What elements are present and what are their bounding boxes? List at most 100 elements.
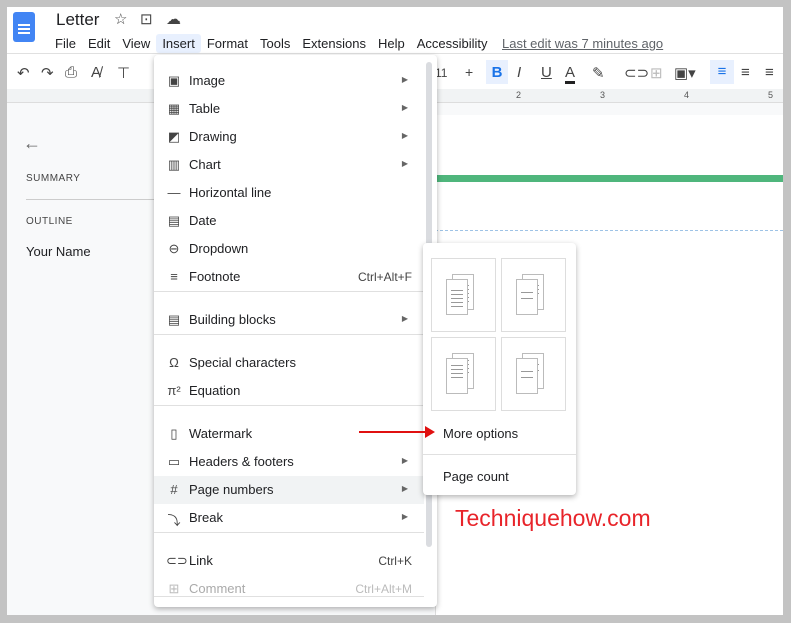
annotation-arrowhead [425, 426, 435, 438]
page-number-option-bottom-right-skip-first[interactable] [501, 337, 566, 411]
menu-separator [154, 596, 424, 597]
text-color-button[interactable]: A [565, 64, 576, 84]
menu-extensions[interactable]: Extensions [296, 34, 372, 53]
cloud-saved-icon[interactable]: ☁ [166, 10, 181, 28]
menu-separator [154, 405, 424, 406]
menu-item-label: Equation [189, 383, 241, 398]
omega-icon: Ω [169, 355, 179, 370]
page-number-option-bottom-right[interactable] [431, 337, 496, 411]
chart-icon: ▥ [167, 157, 181, 172]
insert-menu-item-dropdown[interactable]: ⊖ Dropdown [154, 235, 424, 263]
menu-item-label: Dropdown [189, 241, 249, 256]
align-left-icon[interactable]: ≡ [710, 60, 734, 84]
undo-icon[interactable]: ↶ [17, 64, 30, 82]
bold-button[interactable]: B [486, 60, 508, 84]
menu-item-label: Table [189, 101, 221, 116]
insert-menu-item-footnote[interactable]: ≡ Footnote Ctrl+Alt+F [154, 263, 424, 291]
doc-title[interactable]: Letter [56, 10, 99, 30]
shortcut-label: Ctrl+K [378, 554, 412, 568]
menubar: File Edit View Insert Format Tools Exten… [49, 34, 494, 53]
shortcut-label: Ctrl+Alt+M [355, 582, 412, 596]
insert-menu-item-drawing[interactable]: ◩ Drawing ▶ [154, 123, 424, 151]
add-comment-icon[interactable]: ⊞ [650, 64, 663, 82]
menu-insert[interactable]: Insert [156, 34, 201, 53]
menu-separator [154, 532, 424, 533]
watermark-text: Techniquehow.com [455, 505, 651, 531]
insert-menu-item-table[interactable]: ▦ Table ▶ [154, 95, 424, 123]
horizontal-line-icon: — [167, 185, 181, 200]
menu-file[interactable]: File [49, 34, 82, 53]
align-right-icon[interactable]: ≡ [765, 64, 774, 81]
insert-menu-item-break[interactable]: ⤵ Break ▶ [154, 504, 424, 532]
last-edit-link[interactable]: Last edit was 7 minutes ago [502, 36, 663, 51]
page-number-option-top-right-skip-first[interactable] [501, 258, 566, 332]
menu-edit[interactable]: Edit [82, 34, 116, 53]
table-icon: ▦ [167, 101, 181, 116]
ruler-label: 2 [516, 90, 522, 100]
ruler-label: 5 [768, 90, 774, 100]
page-count-item[interactable]: Page count [443, 469, 509, 484]
building-blocks-icon: ▤ [167, 312, 181, 327]
page-numbers-submenu: More options Page count [423, 243, 576, 495]
outline-label: OUTLINE [26, 216, 73, 227]
menu-item-label: Headers & footers [189, 454, 294, 469]
link-icon: ⊂⊃ [166, 553, 188, 568]
back-arrow-icon[interactable]: ← [23, 133, 41, 154]
insert-menu-item-comment[interactable]: ⊞ Comment Ctrl+Alt+M [154, 575, 424, 603]
drawing-icon: ◩ [167, 129, 181, 144]
insert-menu-item-equation[interactable]: π² Equation [154, 377, 424, 405]
underline-button[interactable]: U [541, 64, 552, 81]
menu-item-label: Footnote [189, 269, 241, 284]
menu-help[interactable]: Help [372, 34, 411, 53]
insert-image-icon[interactable]: ▣▾ [674, 64, 696, 82]
divider [423, 454, 576, 455]
increase-font-button[interactable]: + [465, 64, 473, 80]
headers-footers-icon: ▭ [167, 454, 181, 469]
submenu-arrow-icon: ▶ [401, 456, 408, 465]
docs-logo-icon[interactable] [13, 12, 35, 42]
menu-item-label: Building blocks [189, 312, 276, 327]
highlight-icon[interactable]: ✎ [592, 64, 605, 82]
divider [26, 199, 166, 200]
menu-accessibility[interactable]: Accessibility [411, 34, 494, 53]
insert-menu-item-date[interactable]: ▤ Date [154, 207, 424, 235]
insert-menu-item-link[interactable]: ⊂⊃ Link Ctrl+K [154, 547, 424, 575]
insert-menu-item-special-characters[interactable]: Ω Special characters [154, 349, 424, 377]
insert-menu-item-page-numbers[interactable]: # Page numbers ▶ [154, 476, 424, 504]
paint-format-icon[interactable]: ⊤ [117, 64, 130, 82]
insert-menu-item-watermark[interactable]: ▯ Watermark [154, 420, 424, 448]
insert-menu-item-building-blocks[interactable]: ▤ Building blocks ▶ [154, 306, 424, 334]
star-icon[interactable]: ☆ [114, 10, 127, 28]
link-icon[interactable]: ⊂⊃ [624, 64, 649, 82]
move-folder-icon[interactable]: ⊡ [140, 10, 153, 28]
menu-item-label: Date [189, 213, 217, 228]
print-icon[interactable]: ⎙ [65, 64, 77, 81]
submenu-arrow-icon: ▶ [401, 314, 408, 323]
insert-menu-item-horizontal-line[interactable]: — Horizontal line [154, 179, 424, 207]
pi-icon: π² [167, 383, 181, 398]
menu-item-label: Image [189, 73, 226, 88]
insert-menu-item-headers-footers[interactable]: ▭ Headers & footers ▶ [154, 448, 424, 476]
insert-menu: ▣ Image ▶ ▦ Table ▶ ◩ Drawing ▶ ▥ Chart ▶ — Horizonta… [154, 55, 437, 607]
spellcheck-icon[interactable]: A̸ [91, 64, 101, 81]
hash-icon: # [170, 482, 178, 497]
green-divider [435, 175, 783, 182]
menu-view[interactable]: View [116, 34, 156, 53]
menu-tools[interactable]: Tools [254, 34, 296, 53]
summary-label: SUMMARY [26, 173, 81, 184]
align-center-icon[interactable]: ≡ [741, 64, 750, 81]
menu-separator [154, 291, 424, 292]
submenu-arrow-icon: ▶ [401, 484, 408, 493]
submenu-arrow-icon: ▶ [401, 131, 408, 140]
google-docs-window: Letter ☆ ⊡ ☁ File Edit View Insert Forma… [7, 7, 783, 615]
image-icon: ▣ [167, 73, 181, 88]
insert-menu-item-image[interactable]: ▣ Image ▶ [154, 67, 424, 95]
outline-item[interactable]: Your Name [26, 244, 91, 259]
ruler-label: 4 [684, 90, 690, 100]
menu-format[interactable]: Format [201, 34, 254, 53]
more-options-item[interactable]: More options [443, 426, 518, 441]
insert-menu-item-chart[interactable]: ▥ Chart ▶ [154, 151, 424, 179]
redo-icon[interactable]: ↷ [41, 64, 54, 82]
italic-button[interactable]: I [517, 64, 521, 81]
page-number-option-top-right[interactable] [431, 258, 496, 332]
